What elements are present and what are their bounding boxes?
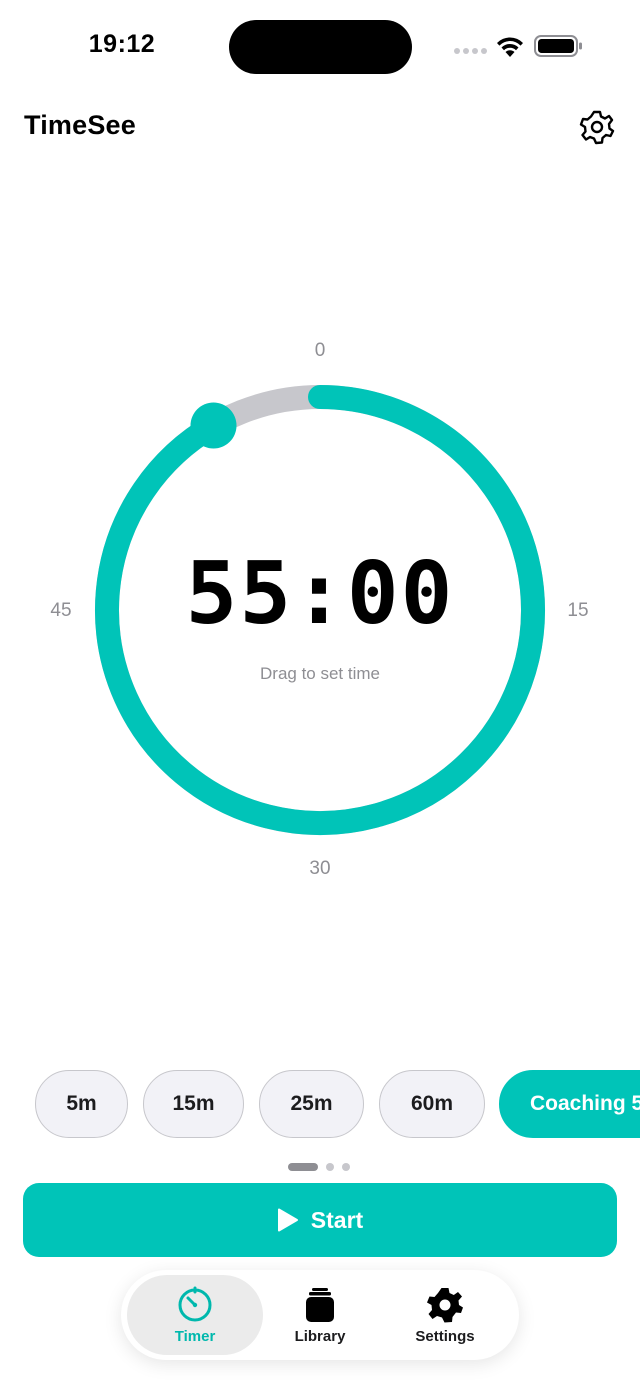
- preset-chips-row[interactable]: 5m 15m 25m 60m Coaching 5: [0, 1070, 640, 1140]
- time-display: 55:00: [185, 544, 455, 644]
- tab-timer[interactable]: Timer: [127, 1275, 263, 1355]
- preset-chip-5m[interactable]: 5m: [35, 1070, 128, 1138]
- preset-chip-25m[interactable]: 25m: [259, 1070, 364, 1138]
- status-bar: 19:12: [0, 0, 640, 95]
- signal-dots-icon: [454, 48, 487, 54]
- page-dot[interactable]: [326, 1163, 334, 1171]
- tick-label-15: 15: [567, 600, 589, 621]
- page-dot[interactable]: [342, 1163, 350, 1171]
- start-button-label: Start: [310, 1206, 364, 1233]
- tab-label-timer: Timer: [174, 1327, 216, 1345]
- library-icon: [301, 1286, 339, 1324]
- status-time: 19:12: [88, 30, 156, 58]
- preset-chip-coaching[interactable]: Coaching 5: [499, 1070, 640, 1138]
- tab-library[interactable]: Library: [252, 1275, 388, 1355]
- tab-settings[interactable]: Settings: [377, 1275, 513, 1355]
- drag-hint: Drag to set time: [260, 664, 380, 683]
- dial-drag-handle[interactable]: [190, 402, 237, 449]
- dynamic-island: [229, 20, 412, 74]
- page-indicator[interactable]: [288, 1163, 354, 1171]
- tab-label-settings: Settings: [415, 1327, 475, 1345]
- tab-bar: Timer Library Settings: [121, 1270, 519, 1360]
- battery-icon: [534, 35, 582, 57]
- tick-label-30: 30: [309, 858, 331, 879]
- start-button[interactable]: Start: [23, 1183, 617, 1257]
- play-icon: [277, 1208, 298, 1232]
- wifi-icon: [497, 37, 523, 57]
- tick-label-45: 45: [50, 600, 72, 621]
- timer-dial[interactable]: 0 15 30 45 55:00 Drag to set time: [0, 320, 640, 900]
- page-dot-active[interactable]: [288, 1163, 318, 1171]
- preset-chip-15m[interactable]: 15m: [143, 1070, 244, 1138]
- gear-icon: [426, 1286, 464, 1324]
- settings-gear-button[interactable]: [575, 105, 619, 149]
- gear-icon: [579, 110, 615, 145]
- tick-label-0: 0: [314, 340, 326, 361]
- tab-label-library: Library: [294, 1327, 346, 1345]
- timer-icon: [176, 1286, 214, 1324]
- preset-chip-60m[interactable]: 60m: [379, 1070, 485, 1138]
- app-title: TimeSee: [24, 110, 136, 140]
